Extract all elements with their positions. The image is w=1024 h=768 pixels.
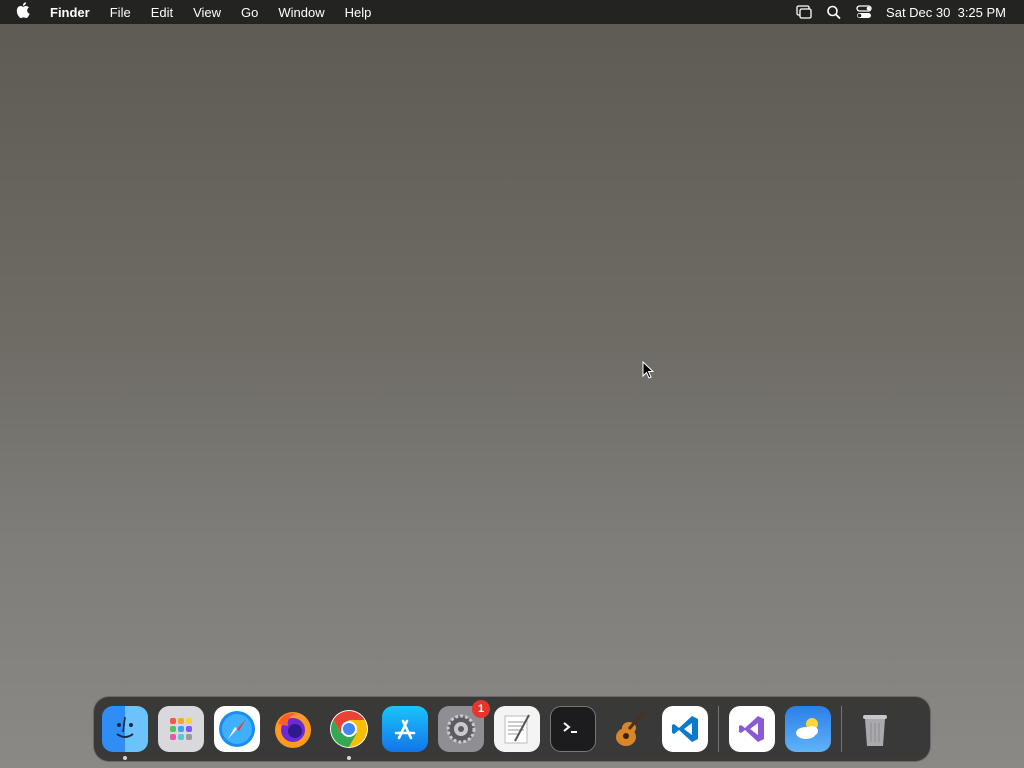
dock-launchpad[interactable] bbox=[158, 706, 204, 752]
gear-icon bbox=[446, 714, 476, 744]
weather-icon bbox=[796, 718, 818, 739]
dock-separator bbox=[841, 706, 842, 752]
app-store-icon bbox=[394, 719, 416, 740]
dock-firefox[interactable] bbox=[270, 706, 316, 752]
dock: 1 bbox=[93, 696, 931, 762]
garageband-icon bbox=[616, 712, 645, 746]
menu-help[interactable]: Help bbox=[335, 5, 382, 20]
dock-separator bbox=[718, 706, 719, 752]
apple-icon bbox=[16, 2, 30, 19]
menu-file[interactable]: File bbox=[100, 5, 141, 20]
visual-studio-icon bbox=[739, 716, 764, 742]
menu-window[interactable]: Window bbox=[268, 5, 334, 20]
mouse-cursor-icon bbox=[642, 361, 654, 379]
menu-go[interactable]: Go bbox=[231, 5, 268, 20]
notification-badge: 1 bbox=[472, 700, 490, 718]
dock-chrome[interactable] bbox=[326, 706, 372, 760]
dock-terminal[interactable] bbox=[550, 706, 596, 752]
control-center-icon[interactable] bbox=[856, 5, 872, 19]
dock-vscode[interactable] bbox=[662, 706, 708, 752]
dock-trash[interactable] bbox=[852, 706, 898, 752]
textedit-icon bbox=[504, 714, 530, 744]
finder-icon bbox=[116, 716, 134, 738]
dock-visual-studio[interactable] bbox=[729, 706, 775, 752]
menu-clock[interactable]: Sat Dec 30 3:25 PM bbox=[886, 5, 1006, 20]
firefox-icon bbox=[275, 712, 311, 748]
dock-system-settings[interactable]: 1 bbox=[438, 700, 490, 752]
dock-weather[interactable] bbox=[785, 706, 831, 752]
spotlight-search-icon[interactable] bbox=[826, 5, 842, 19]
menu-bar: Finder File Edit View Go Window Help Sat… bbox=[0, 0, 1024, 24]
menu-edit[interactable]: Edit bbox=[141, 5, 183, 20]
dock-textedit[interactable] bbox=[494, 706, 540, 752]
launchpad-icon bbox=[170, 718, 192, 740]
menu-app-name[interactable]: Finder bbox=[40, 5, 100, 20]
running-indicator bbox=[123, 756, 127, 760]
vscode-icon bbox=[672, 716, 698, 742]
chrome-icon bbox=[330, 710, 368, 748]
dock-safari[interactable] bbox=[214, 706, 260, 752]
menu-view[interactable]: View bbox=[183, 5, 231, 20]
safari-icon bbox=[219, 711, 255, 747]
terminal-icon bbox=[563, 722, 577, 733]
running-indicator bbox=[347, 756, 351, 760]
dock-finder[interactable] bbox=[102, 706, 148, 760]
apple-menu[interactable] bbox=[10, 2, 40, 22]
trash-icon bbox=[863, 715, 887, 746]
dock-garageband[interactable] bbox=[606, 706, 652, 752]
desktop-wallpaper bbox=[0, 0, 1024, 768]
screen-mirroring-icon[interactable] bbox=[796, 5, 812, 19]
dock-app-store[interactable] bbox=[382, 706, 428, 752]
